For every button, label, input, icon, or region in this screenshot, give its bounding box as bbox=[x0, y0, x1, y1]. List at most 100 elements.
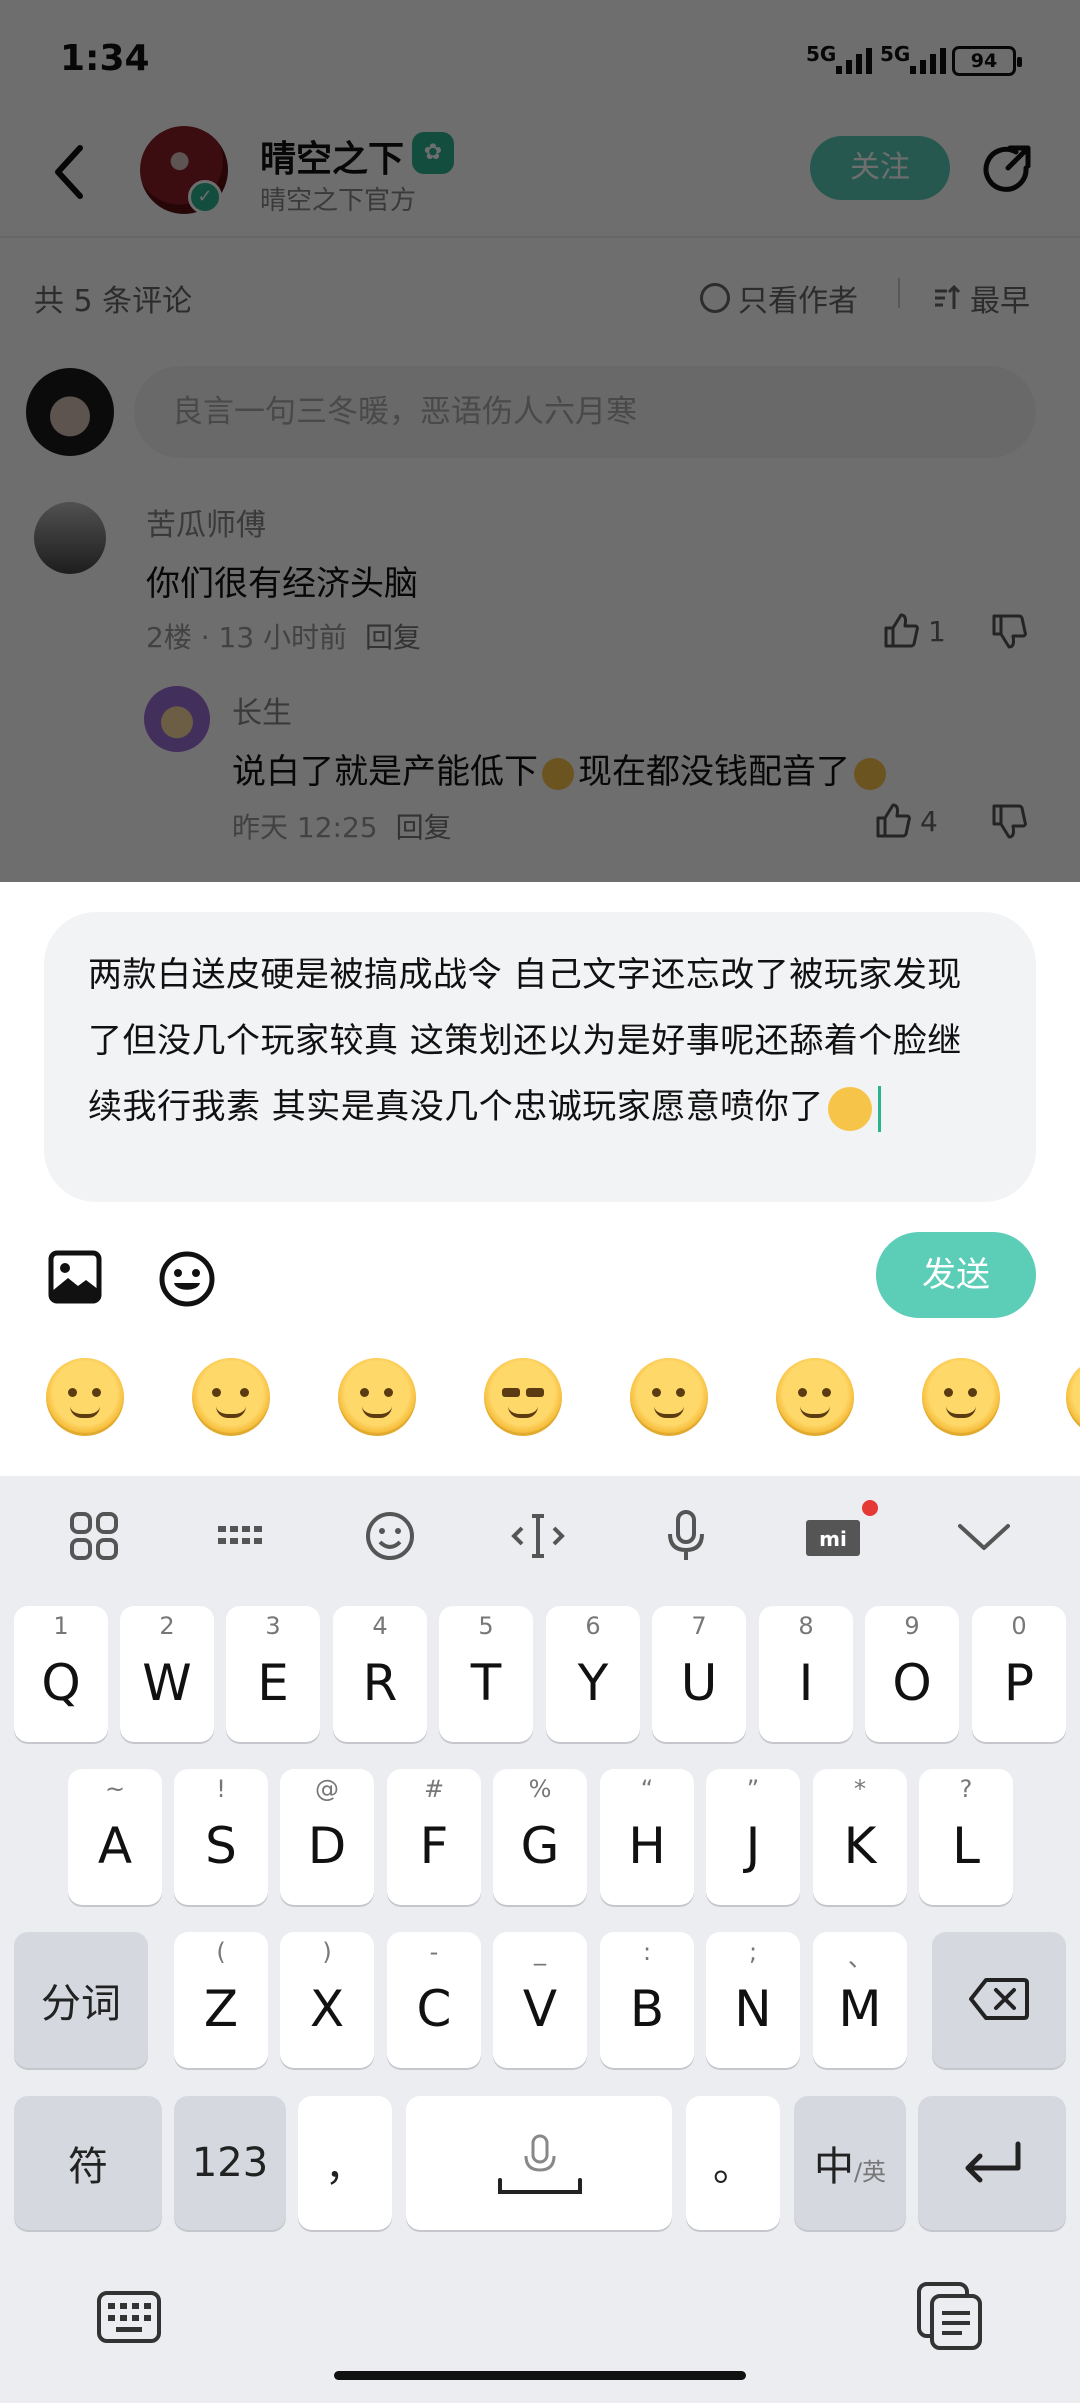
comment-input[interactable]: 良言一句三冬暖，恶语伤人六月寒 bbox=[134, 366, 1036, 458]
key-p[interactable]: 0P bbox=[972, 1606, 1066, 1742]
my-avatar bbox=[26, 368, 114, 456]
radio-icon bbox=[700, 283, 730, 313]
key-label: X bbox=[309, 1980, 345, 2038]
smug-emoji-icon[interactable] bbox=[192, 1358, 270, 1436]
key-j[interactable]: ” J bbox=[706, 1769, 800, 1905]
key-y[interactable]: 6Y bbox=[546, 1606, 640, 1742]
enter-key[interactable] bbox=[918, 2096, 1066, 2230]
key-symbols[interactable]: 符 bbox=[14, 2096, 162, 2230]
key-q[interactable]: 1Q bbox=[14, 1606, 108, 1742]
back-icon[interactable] bbox=[50, 142, 90, 202]
key-t[interactable]: 5T bbox=[439, 1606, 533, 1742]
key-v[interactable]: _ V bbox=[493, 1932, 587, 2068]
emoji-keyboard-icon[interactable] bbox=[360, 1506, 420, 1566]
collapse-keyboard-icon[interactable] bbox=[954, 1506, 1014, 1566]
smile-emoji-icon[interactable] bbox=[46, 1358, 124, 1436]
key-i[interactable]: 8I bbox=[759, 1606, 853, 1742]
key-label: D bbox=[307, 1817, 347, 1875]
thumbs-down-icon[interactable] bbox=[990, 612, 1028, 650]
clipboard-icon[interactable] bbox=[916, 2281, 984, 2351]
home-indicator[interactable] bbox=[334, 2371, 746, 2380]
comment-text-part-b: 现在都没钱配音了 bbox=[578, 752, 850, 792]
space-key[interactable] bbox=[406, 2096, 672, 2230]
comment-username[interactable]: 长生 bbox=[232, 688, 292, 732]
key-label: 分词 bbox=[41, 1981, 121, 2027]
reply-button[interactable]: 回复 bbox=[365, 621, 421, 654]
key-fenci[interactable]: 分词 bbox=[14, 1932, 148, 2068]
key-f[interactable]: # F bbox=[387, 1769, 481, 1905]
key-comma[interactable]: ， bbox=[298, 2096, 392, 2230]
key-sub: ~ bbox=[104, 1775, 126, 1803]
key-label: V bbox=[522, 1980, 558, 2038]
key-z[interactable]: (Z bbox=[174, 1932, 268, 2068]
apps-grid-icon[interactable] bbox=[64, 1506, 124, 1566]
key-n[interactable]: ; N bbox=[706, 1932, 800, 2068]
partial-emoji-icon[interactable] bbox=[1066, 1358, 1080, 1436]
xiaomi-keyboard-icon[interactable]: mi bbox=[804, 1506, 864, 1566]
comment-username[interactable]: 苦瓜师傅 bbox=[146, 500, 266, 544]
like-button[interactable]: 4 bbox=[874, 802, 938, 840]
microphone-icon[interactable] bbox=[656, 1506, 716, 1566]
tongue-emoji-icon[interactable] bbox=[922, 1358, 1000, 1436]
comment-text: 说白了就是产能低下 现在都没钱配音了 bbox=[232, 744, 890, 793]
keyboard-switch-icon[interactable] bbox=[96, 2287, 162, 2347]
follow-button[interactable]: 关注 bbox=[810, 136, 950, 200]
image-picker-icon[interactable] bbox=[48, 1250, 102, 1304]
key-k[interactable]: * K bbox=[813, 1769, 907, 1905]
send-button[interactable]: 发送 bbox=[876, 1232, 1036, 1318]
key-h[interactable]: “H bbox=[600, 1769, 694, 1905]
signal-icon-1 bbox=[836, 44, 872, 74]
key-label: Z bbox=[203, 1980, 239, 2038]
key-label: W bbox=[142, 1654, 192, 1712]
key-numbers[interactable]: 123 bbox=[174, 2096, 286, 2230]
account-name[interactable]: 晴空之下 bbox=[260, 130, 404, 182]
share-icon[interactable] bbox=[980, 142, 1038, 200]
key-label: Y bbox=[577, 1654, 609, 1712]
key-sub: ! bbox=[216, 1775, 226, 1803]
key-label: H bbox=[628, 1817, 666, 1875]
key-sub: 3 bbox=[265, 1612, 281, 1640]
commenter-avatar[interactable] bbox=[34, 502, 106, 574]
comments-toolbar: 共 5 条评论 只看作者 最早 bbox=[0, 240, 1080, 350]
key-c[interactable]: -C bbox=[387, 1932, 481, 2068]
key-label: K bbox=[843, 1817, 877, 1875]
language-switch-key[interactable]: 中/英 bbox=[794, 2096, 906, 2230]
cursor-move-icon[interactable] bbox=[508, 1506, 568, 1566]
sort-icon bbox=[935, 284, 961, 309]
key-e[interactable]: 3E bbox=[226, 1606, 320, 1742]
only-author-toggle[interactable]: 只看作者 bbox=[700, 276, 858, 320]
like-button[interactable]: 1 bbox=[882, 612, 946, 650]
key-w[interactable]: 2W bbox=[120, 1606, 214, 1742]
key-sub: 、 bbox=[848, 1944, 872, 1972]
sunglasses-emoji-icon[interactable] bbox=[484, 1358, 562, 1436]
reply-button[interactable]: 回复 bbox=[396, 811, 452, 844]
compose-textarea[interactable]: 两款白送皮硬是被搞成战令 自己文字还忘改了被玩家发现了但没几个玩家较真 这策划还… bbox=[88, 942, 994, 1140]
comment-time: 2楼 · 13 小时前 bbox=[146, 621, 348, 654]
comment-count: 共 5 条评论 bbox=[34, 284, 193, 319]
comment-page: 1:34 5G 5G 94 ✓ 晴空之下 ✿ 晴空之下官方 关注 共 5 条评论… bbox=[0, 0, 1080, 882]
key-s[interactable]: ! S bbox=[174, 1769, 268, 1905]
grin-emoji-icon[interactable] bbox=[630, 1358, 708, 1436]
key-r[interactable]: 4R bbox=[333, 1606, 427, 1742]
sort-toggle[interactable]: 最早 bbox=[932, 276, 1030, 320]
key-period[interactable]: 。 bbox=[686, 2096, 780, 2230]
key-a[interactable]: ~ A bbox=[68, 1769, 162, 1905]
backspace-key[interactable] bbox=[932, 1932, 1066, 2068]
key-d[interactable]: @ D bbox=[280, 1769, 374, 1905]
commenter-avatar[interactable] bbox=[144, 686, 210, 752]
thumbs-down-icon[interactable] bbox=[990, 802, 1028, 840]
compose-box[interactable]: 两款白送皮硬是被搞成战令 自己文字还忘改了被玩家发现了但没几个玩家较真 这策划还… bbox=[44, 912, 1036, 1202]
key-b[interactable]: :B bbox=[600, 1932, 694, 2068]
love-emoji-icon[interactable] bbox=[338, 1358, 416, 1436]
key-l[interactable]: ? L bbox=[919, 1769, 1013, 1905]
keyboard-layout-icon[interactable] bbox=[212, 1506, 272, 1566]
key-m[interactable]: 、 M bbox=[813, 1932, 907, 2068]
key-o[interactable]: 9O bbox=[865, 1606, 959, 1742]
key-u[interactable]: 7U bbox=[652, 1606, 746, 1742]
emoji-picker-icon[interactable] bbox=[158, 1250, 216, 1308]
eating-emoji-icon[interactable] bbox=[776, 1358, 854, 1436]
key-g[interactable]: % G bbox=[493, 1769, 587, 1905]
key-x[interactable]: ) X bbox=[280, 1932, 374, 2068]
key-sub: _ bbox=[534, 1938, 546, 1966]
key-label: N bbox=[734, 1980, 772, 2038]
